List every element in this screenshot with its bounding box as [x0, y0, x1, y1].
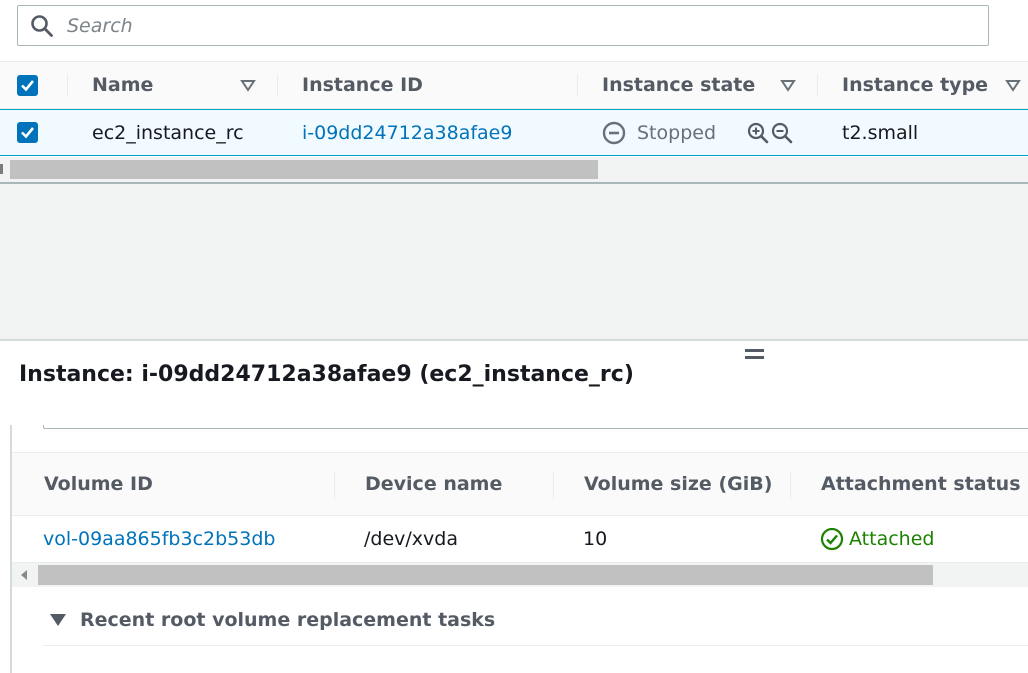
column-header-instance-type[interactable]: Instance type [842, 62, 988, 108]
details-title: Instance: i-09dd24712a38afae9 (ec2_insta… [19, 362, 634, 387]
attachment-status: Attached [820, 516, 934, 561]
column-header-instance-state[interactable]: Instance state [602, 62, 755, 108]
scrollbar-thumb[interactable] [38, 565, 933, 585]
column-header-attachment-status[interactable]: Attachment status [821, 453, 1021, 515]
column-header-name[interactable]: Name [92, 62, 153, 108]
divider [43, 645, 1028, 646]
search-icon [31, 14, 53, 37]
instance-name: ec2_instance_rc [92, 121, 244, 144]
instances-table-header: Name Instance ID Instance state Instance… [0, 61, 1028, 109]
volume-size: 10 [583, 527, 608, 550]
sort-down-icon[interactable] [240, 77, 256, 93]
column-header-volume-id[interactable]: Volume ID [44, 453, 153, 515]
column-header-device-name[interactable]: Device name [365, 453, 502, 515]
column-label-instance-type: Instance type [842, 74, 989, 96]
resize-handle-icon[interactable] [745, 349, 765, 361]
instance-type: t2.small [842, 121, 919, 144]
table-row: vol-09aa865fb3c2b53db /dev/xvda 10 Attac… [12, 516, 1028, 563]
instance-id-link[interactable]: i-09dd24712a38afae9 [302, 110, 512, 155]
sort-down-icon[interactable] [780, 77, 796, 93]
recent-tasks-label: Recent root volume replacement tasks [80, 609, 496, 631]
volumes-table-header: Volume ID Device name Volume size (GiB) … [12, 452, 1028, 516]
search-box[interactable] [17, 5, 989, 46]
instance-state: Stopped [602, 110, 716, 155]
split-divider [0, 339, 1028, 341]
search-input[interactable] [67, 14, 947, 37]
zoom-out-icon[interactable] [771, 122, 793, 144]
volume-id-link[interactable]: vol-09aa865fb3c2b53db [43, 516, 275, 561]
column-label-instance-id: Instance ID [302, 74, 423, 96]
column-label-name: Name [92, 74, 154, 96]
column-label-instance-state: Instance state [602, 74, 756, 96]
table-row[interactable]: ec2_instance_rc i-09dd24712a38afae9 Stop… [0, 109, 1028, 156]
horizontal-scrollbar[interactable] [0, 157, 1028, 182]
stopped-status-icon [602, 121, 626, 144]
row-checkbox[interactable] [17, 122, 38, 143]
recent-tasks-expander[interactable]: Recent root volume replacement tasks [50, 609, 495, 631]
zoom-in-icon[interactable] [747, 122, 769, 144]
scrollbar-thumb[interactable] [10, 160, 598, 179]
horizontal-scrollbar[interactable] [12, 563, 1028, 587]
attachment-status-label: Attached [849, 527, 935, 550]
scroll-left-arrow[interactable] [21, 570, 27, 580]
scroll-left-arrow[interactable] [0, 164, 3, 174]
column-header-instance-id[interactable]: Instance ID [302, 62, 423, 108]
device-name: /dev/xvda [364, 527, 458, 550]
caret-down-icon [50, 614, 66, 626]
table-empty-area [0, 184, 1028, 339]
check-icon [21, 127, 35, 139]
column-header-volume-size[interactable]: Volume size (GiB) [584, 453, 772, 515]
section-border [43, 425, 1028, 429]
select-all-checkbox[interactable] [17, 75, 38, 96]
check-icon [21, 80, 35, 92]
success-check-icon [820, 527, 844, 550]
sort-down-icon[interactable] [1005, 77, 1021, 93]
instance-state-label: Stopped [637, 121, 717, 144]
